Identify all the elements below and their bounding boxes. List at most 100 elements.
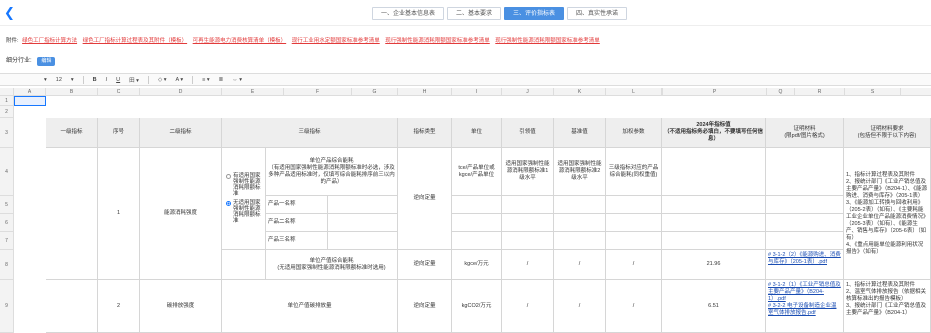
empty-cell[interactable] (662, 214, 766, 232)
border-button[interactable]: 田 ▾ (129, 76, 139, 84)
corner-cell[interactable] (0, 88, 14, 96)
edit-industry-button[interactable]: 编辑 (37, 57, 56, 66)
valign-button[interactable]: ≣ (219, 77, 224, 83)
empty-cell[interactable] (662, 232, 766, 250)
empty-cell[interactable] (766, 232, 844, 250)
column-header[interactable]: E (222, 88, 284, 96)
unit-cell[interactable]: kgce/万元 (452, 250, 502, 280)
type-cell[interactable]: 逆向定量 (398, 148, 452, 250)
empty-cell[interactable] (554, 232, 606, 250)
value-cell[interactable] (662, 148, 766, 196)
align-button[interactable]: ≡ ▾ (202, 77, 210, 83)
value-cell[interactable]: 21.96 (662, 250, 766, 280)
lead-value-cell[interactable]: 适用国家强制性能源消耗限额标准1级水平 (502, 148, 554, 196)
level3-product-energy[interactable]: 单位产品综合能耗 （有适用国家强制性能源消耗限额标准时必选，涉及多种产品适用标准… (266, 148, 398, 196)
evidence-cell[interactable] (766, 148, 844, 196)
empty-cell[interactable] (554, 196, 606, 214)
toolbar-dropdown[interactable]: ▾ (44, 77, 47, 83)
font-size-select[interactable]: 12 (56, 77, 62, 83)
column-header[interactable]: Q (767, 88, 795, 96)
radio-option-no-standard[interactable]: 无适用国家强制性能源消耗限额标准 (226, 200, 263, 224)
chevron-left-icon[interactable]: ❮ (4, 6, 18, 20)
tab-step-4[interactable]: 四、真实性承诺 (567, 7, 628, 20)
tab-step-3[interactable]: 三、评价指标表 (504, 7, 565, 20)
font-color-button[interactable]: A ▾ (175, 77, 183, 83)
tab-step-2[interactable]: 二、基本要求 (447, 7, 502, 20)
row-header[interactable]: 5 (0, 196, 14, 214)
empty-cell[interactable] (502, 196, 554, 214)
row-header[interactable]: 2 (0, 106, 14, 118)
row-header[interactable]: 9 (0, 280, 14, 333)
weight-cell[interactable]: 三级指标对应的产品综合能耗(同权重值) (606, 148, 662, 196)
attachment-link[interactable]: 绿色工厂指标计算方法 (22, 38, 77, 44)
empty-cell[interactable] (452, 196, 502, 214)
empty-cell[interactable] (452, 214, 502, 232)
italic-button[interactable]: I (106, 77, 108, 83)
empty-cell[interactable] (766, 196, 844, 214)
column-header[interactable]: H (398, 88, 452, 96)
bold-button[interactable]: B (93, 77, 97, 83)
level1-cell[interactable] (46, 148, 98, 280)
column-header[interactable]: R (795, 88, 845, 96)
attachment-link[interactable]: 现行工业用水定额国家标准参考清单 (292, 38, 380, 44)
row-header[interactable]: 6 (0, 214, 14, 232)
tab-step-1[interactable]: 一、企业基本信息表 (372, 7, 445, 20)
product-name-3[interactable]: 产品三名称 (266, 232, 328, 250)
attachment-link[interactable]: 可再生能源电力消费核算清单（模板） (193, 38, 287, 44)
row-header[interactable]: 7 (0, 232, 14, 250)
row-header[interactable]: 8 (0, 250, 14, 280)
column-header[interactable]: D (140, 88, 222, 96)
column-header[interactable]: F (284, 88, 352, 96)
empty-cell[interactable] (606, 214, 662, 232)
weight-cell[interactable]: / (606, 250, 662, 280)
unit-cell[interactable]: tce/产品单位或kgce/产品单位 (452, 148, 502, 196)
base-value-cell[interactable]: 适用国家强制性能源消耗限额标准2级水平 (554, 148, 606, 196)
empty-cell[interactable] (606, 196, 662, 214)
empty-cell[interactable] (502, 232, 554, 250)
column-header[interactable]: K (554, 88, 606, 96)
level2-cell[interactable]: 碳排放强度 (140, 280, 222, 333)
empty-cell[interactable] (554, 214, 606, 232)
radio-option-has-standard[interactable]: 有适用国家强制性能源消耗限额标准 (226, 173, 263, 197)
seq-cell[interactable]: 1 (98, 148, 140, 280)
column-header[interactable]: B (46, 88, 98, 96)
level1-cell[interactable] (46, 280, 98, 333)
column-header[interactable]: C (98, 88, 140, 96)
evidence-file-link[interactable]: # 3-1-2（1）《工业产销总值及主要产品产量》（B204-1）.pdf # … (766, 280, 844, 333)
column-header[interactable]: J (502, 88, 554, 96)
base-value-cell[interactable]: / (554, 250, 606, 280)
product-name-1[interactable]: 产品一名称 (266, 196, 328, 214)
wrap-button[interactable]: ⇔ ▾ (232, 77, 242, 83)
type-cell[interactable]: 逆向定量 (398, 250, 452, 280)
column-header[interactable]: T (901, 88, 931, 96)
underline-button[interactable]: U (116, 77, 120, 83)
row-header[interactable]: 1 (0, 96, 14, 106)
lead-value-cell[interactable]: / (502, 250, 554, 280)
attachment-link[interactable]: 现行强制性能源消耗限额国家标准参考清单 (495, 38, 600, 44)
product-name-2[interactable]: 产品二名称 (266, 214, 328, 232)
column-header[interactable]: A (14, 88, 46, 96)
level3-output-energy[interactable]: 单位产值综合能耗 (无适用国家强制性能源消耗限额标准时选用) (266, 250, 398, 280)
empty-cell[interactable] (452, 232, 502, 250)
column-header[interactable]: L (606, 88, 662, 96)
fill-color-button[interactable]: ◇ ▾ (158, 77, 167, 83)
unit-cell[interactable]: kgCO2/万元 (452, 280, 502, 333)
empty-cell[interactable] (222, 250, 266, 280)
empty-cell[interactable] (662, 196, 766, 214)
value-cell[interactable]: 6.51 (662, 280, 766, 333)
product-value-3[interactable] (328, 232, 398, 250)
level2-cell[interactable]: 能源消耗强度 (140, 148, 222, 280)
selected-cell[interactable] (14, 96, 46, 106)
empty-cell[interactable] (766, 214, 844, 232)
column-header[interactable]: P (663, 88, 767, 96)
column-header[interactable]: I (452, 88, 502, 96)
empty-cell[interactable] (502, 214, 554, 232)
level3-cell[interactable]: 单位产值碳排放量 (222, 280, 398, 333)
evidence-file-link[interactable]: # 3-1-2（2）《能源购进、消费与库存》（205-1表）.pdf (766, 250, 844, 280)
font-size-dropdown[interactable]: ▾ (71, 77, 74, 83)
attachment-link[interactable]: 绿色工厂指标计算过程表及其附件（模板） (83, 38, 188, 44)
seq-cell[interactable]: 2 (98, 280, 140, 333)
column-header[interactable]: S (845, 88, 901, 96)
product-value-1[interactable] (328, 196, 398, 214)
row-header[interactable]: 3 (0, 118, 14, 148)
